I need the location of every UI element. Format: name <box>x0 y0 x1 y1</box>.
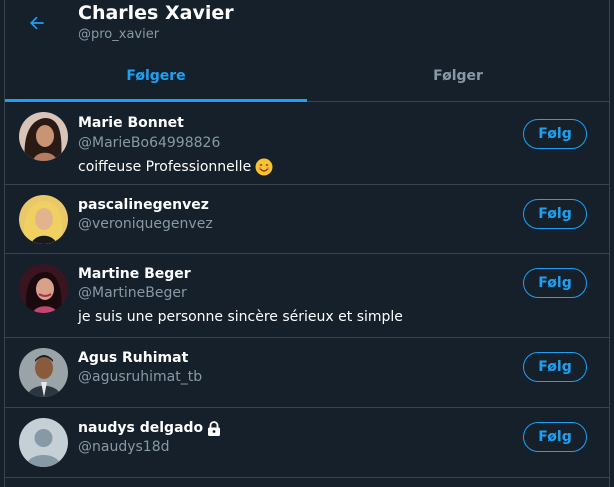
avatar[interactable] <box>19 112 68 161</box>
tab-following[interactable]: Følger <box>307 50 609 101</box>
user-name[interactable]: Marie Bonnet <box>78 115 184 131</box>
follow-button[interactable]: Følg <box>523 119 587 149</box>
tab-followers[interactable]: Følgere <box>5 50 307 102</box>
user-name[interactable]: naudys delgado <box>78 420 221 436</box>
follow-button[interactable]: Følg <box>523 422 587 452</box>
tab-bar: Følgere Følger <box>5 50 609 102</box>
bio-text: coiffeuse Professionnelle <box>78 159 252 175</box>
user-bio: je suis une personne sincère sérieux et … <box>78 309 403 325</box>
user-handle[interactable]: @naudys18d <box>78 439 170 455</box>
user-name[interactable]: Agus Ruhimat <box>78 350 188 366</box>
back-button[interactable] <box>23 9 51 37</box>
follow-button[interactable]: Følg <box>523 352 587 382</box>
list-item[interactable]: Martine Beger @MartineBeger je suis une … <box>5 254 609 338</box>
timeline-column: Charles Xavier @pro_xavier Følgere Følge… <box>4 0 610 487</box>
list-item[interactable]: pascalinegenvez @veroniquegenvez Følg <box>5 185 609 254</box>
avatar[interactable] <box>19 418 68 467</box>
user-name[interactable]: pascalinegenvez <box>78 197 209 213</box>
user-handle[interactable]: @veroniquegenvez <box>78 216 213 232</box>
list-item[interactable]: naudys delgado @naudys18d Følg <box>5 408 609 478</box>
user-name-text: naudys delgado <box>78 420 204 436</box>
list-item[interactable]: Marie Bonnet @MarieBo64998826 coiffeuse … <box>5 102 609 185</box>
profile-handle: @pro_xavier <box>78 27 160 42</box>
page-title: Charles Xavier <box>78 2 234 24</box>
list-item[interactable]: Agus Ruhimat @agusruhimat_tb Følg <box>5 338 609 408</box>
lock-icon <box>208 420 221 436</box>
user-handle[interactable]: @MarieBo64998826 <box>78 135 220 151</box>
user-handle[interactable]: @agusruhimat_tb <box>78 369 202 385</box>
avatar[interactable] <box>19 348 68 397</box>
user-handle[interactable]: @MartineBeger <box>78 285 187 301</box>
arrow-left-icon <box>30 16 44 30</box>
user-bio: coiffeuse Professionnelle <box>78 158 273 176</box>
user-name[interactable]: Martine Beger <box>78 266 191 282</box>
avatar[interactable] <box>19 264 68 313</box>
follow-button[interactable]: Følg <box>523 199 587 229</box>
user-list: Marie Bonnet @MarieBo64998826 coiffeuse … <box>5 102 609 478</box>
smiling-face-icon <box>255 158 273 176</box>
profile-header: Charles Xavier @pro_xavier <box>5 0 609 50</box>
avatar[interactable] <box>19 195 68 244</box>
follow-button[interactable]: Følg <box>523 268 587 298</box>
